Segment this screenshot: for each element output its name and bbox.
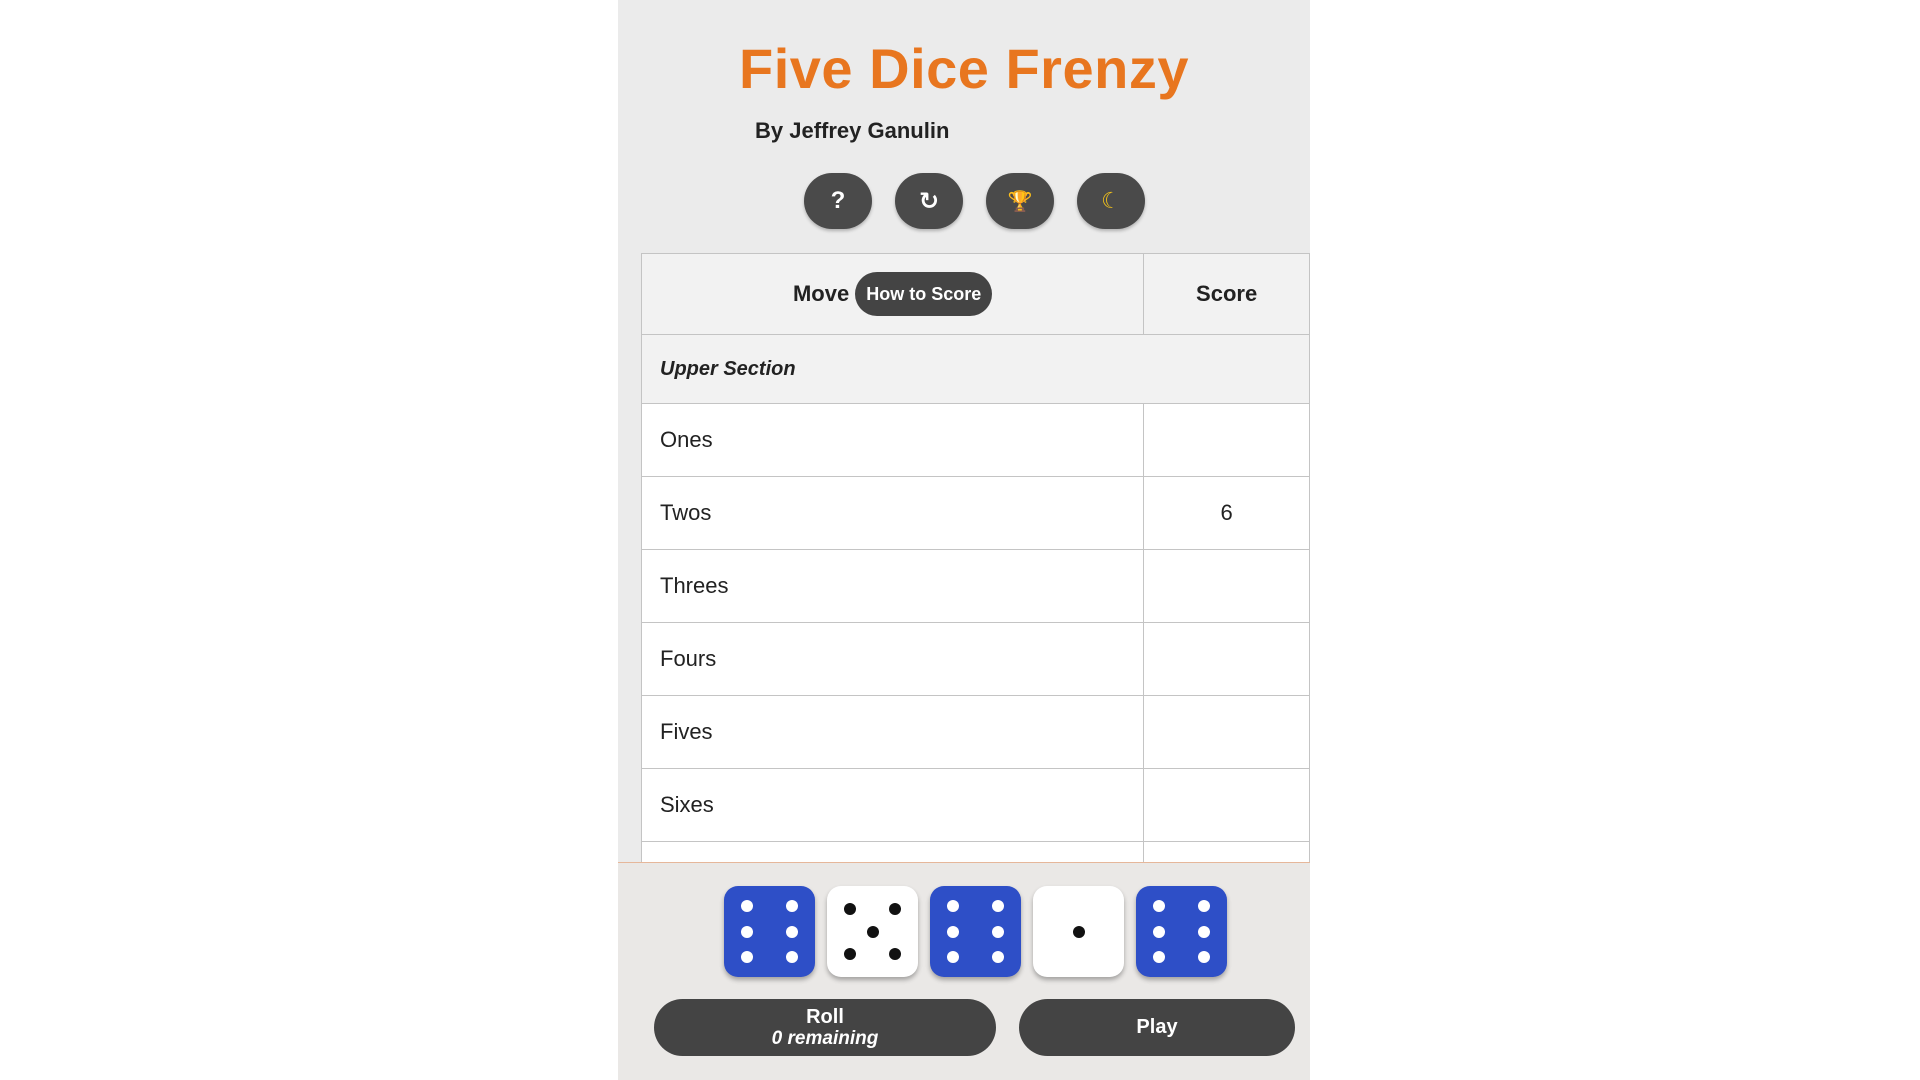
help-icon: ? (830, 187, 846, 214)
category-twos: Twos (640, 476, 1145, 550)
die-pip (1198, 950, 1211, 963)
die-pip (1152, 950, 1165, 963)
restart-button[interactable]: ↻ (895, 173, 963, 229)
category-sixes: Sixes (640, 768, 1145, 842)
die-pip (1152, 900, 1165, 913)
die-5[interactable] (1136, 886, 1227, 977)
table-row[interactable]: Fives (640, 695, 1310, 769)
die-pip (866, 925, 879, 938)
category-fives: Fives (640, 695, 1145, 769)
die-pip (992, 925, 1005, 938)
dice-dock: Roll 0 remaining Play (618, 862, 1310, 1080)
dark-mode-button[interactable]: ☾ (1077, 173, 1145, 229)
die-1[interactable] (724, 886, 815, 977)
table-row[interactable]: Sixes (640, 768, 1310, 842)
die-pip (1198, 900, 1211, 913)
die-pip (992, 950, 1005, 963)
game-screen: Five Dice Frenzy By Jeffrey Ganulin ? ↻ … (618, 0, 1310, 1080)
trophy-button[interactable]: 🏆 (986, 173, 1054, 229)
die-pip (946, 925, 959, 938)
score-cell[interactable] (1143, 549, 1310, 623)
die-3[interactable] (930, 886, 1021, 977)
die-2[interactable] (827, 886, 918, 977)
die-pip (992, 900, 1005, 913)
table-row[interactable]: Threes (640, 549, 1310, 623)
die-pip (843, 902, 856, 915)
help-button[interactable]: ? (804, 173, 872, 229)
table-row[interactable]: Ones (640, 403, 1310, 477)
toolbar: ? ↻ 🏆 ☾ (804, 173, 1145, 229)
play-button[interactable]: Play (1019, 999, 1295, 1056)
category-fours: Fours (640, 622, 1145, 696)
score-cell[interactable] (1143, 403, 1310, 477)
score-cell[interactable] (1143, 768, 1310, 842)
rolls-remaining: 0 remaining (771, 1027, 879, 1049)
die-pip (889, 948, 902, 961)
author-credit: By Jeffrey Ganulin (755, 118, 950, 143)
upper-section-label: Upper Section (641, 334, 1310, 404)
category-ones: Ones (640, 403, 1145, 477)
die-pip (786, 950, 799, 963)
die-pip (740, 925, 753, 938)
die-pip (786, 900, 799, 913)
die-pip (1198, 925, 1211, 938)
category-threes: Threes (640, 549, 1145, 623)
score-table: Move How to Score Score Upper Section On… (640, 253, 1310, 915)
die-pip (1072, 925, 1085, 938)
restart-icon: ↻ (918, 187, 940, 215)
score-cell[interactable] (1143, 622, 1310, 696)
score-cell[interactable] (1143, 695, 1310, 769)
table-row[interactable]: Fours (640, 622, 1310, 696)
score-cell[interactable]: 6 (1143, 476, 1310, 550)
score-header: Score (1143, 253, 1310, 335)
section-header-row: Upper Section (641, 334, 1310, 404)
trophy-icon: 🏆 (1007, 190, 1033, 213)
die-pip (946, 950, 959, 963)
die-pip (843, 948, 856, 961)
die-pip (786, 925, 799, 938)
how-to-score-button[interactable]: How to Score (855, 272, 993, 316)
die-pip (889, 902, 902, 915)
table-header: Move How to Score Score (640, 253, 1310, 335)
move-header-label: Move (792, 281, 850, 306)
die-pip (946, 900, 959, 913)
table-row[interactable]: Twos 6 (640, 476, 1310, 550)
roll-label: Roll (806, 1005, 844, 1028)
dice-tray (724, 886, 1227, 977)
roll-button[interactable]: Roll 0 remaining (654, 999, 996, 1056)
move-header: Move How to Score (640, 253, 1145, 335)
die-4[interactable] (1033, 886, 1124, 977)
game-title: Five Dice Frenzy (739, 37, 1189, 100)
moon-icon: ☾ (1101, 188, 1121, 213)
die-pip (740, 950, 753, 963)
die-pip (740, 900, 753, 913)
die-pip (1152, 925, 1165, 938)
